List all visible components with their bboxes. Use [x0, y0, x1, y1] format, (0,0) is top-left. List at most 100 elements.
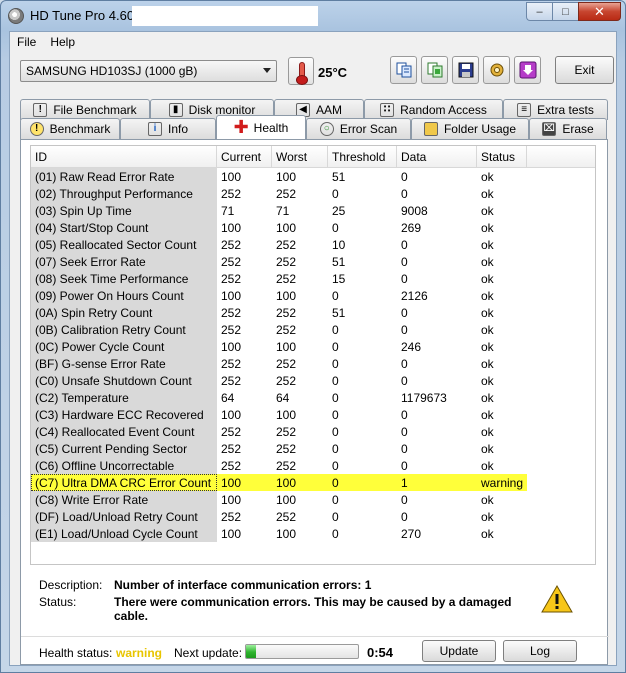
drive-select[interactable]: SAMSUNG HD103SJ (1000 gB) — [20, 60, 277, 82]
column-header-current[interactable]: Current — [217, 146, 272, 167]
table-row[interactable]: (C8) Write Error Rate 100 100 0 0 ok — [31, 491, 595, 508]
cell-current: 71 — [221, 204, 235, 218]
cell-threshold: 0 — [332, 425, 339, 439]
status-label: Status: — [39, 595, 77, 609]
table-row[interactable]: (C7) Ultra DMA CRC Error Count 100 100 0 1 wa… — [31, 474, 595, 491]
chevron-down-icon — [263, 68, 271, 73]
minimize-button[interactable]: – — [526, 2, 552, 21]
table-row[interactable]: (04) Start/Stop Count 100 100 0 269 ok — [31, 219, 595, 236]
cell-worst: 252 — [276, 374, 297, 388]
table-row[interactable]: (0B) Calibration Retry Count 252 252 0 0 ok — [31, 321, 595, 338]
table-row[interactable]: (C6) Offline Uncorrectable 252 252 0 0 ok — [31, 457, 595, 474]
cell-worst: 100 — [272, 474, 328, 491]
hd-tune-app-icon[interactable] — [8, 8, 24, 24]
cell-status: ok — [481, 357, 494, 371]
table-row[interactable]: (03) Spin Up Time 71 71 25 9008 ok — [31, 202, 595, 219]
cell-id: (E1) Load/Unload Cycle Count — [31, 525, 217, 542]
tab-error-scan[interactable]: ○ Error Scan — [306, 118, 411, 139]
table-row[interactable]: (BF) G-sense Error Rate 252 252 0 0 ok — [31, 355, 595, 372]
table-row[interactable]: (09) Power On Hours Count 100 100 0 2126 ok — [31, 287, 595, 304]
menu-file[interactable]: File — [10, 32, 43, 52]
table-row[interactable]: (0C) Power Cycle Count 100 100 0 246 ok — [31, 338, 595, 355]
table-row[interactable]: (05) Reallocated Sector Count 252 252 10 0 ok — [31, 236, 595, 253]
tab-random-access[interactable]: ∷ Random Access — [364, 99, 503, 120]
copy-screenshot-button[interactable] — [421, 56, 448, 84]
update-progress-fill — [246, 645, 257, 658]
tab-extra-tests[interactable]: ≡ Extra tests — [503, 99, 608, 120]
cell-threshold: 0 — [332, 391, 339, 405]
tab-label: Random Access — [400, 103, 487, 117]
cell-data: 2126 — [401, 289, 428, 303]
cell-data: 0 — [401, 255, 408, 269]
cell-status: ok — [481, 340, 494, 354]
cell-status: ok — [481, 510, 494, 524]
column-header-id[interactable]: ID — [31, 146, 217, 167]
status-bar: Health status: warning Next update: 0:54… — [21, 636, 609, 664]
tab-erase[interactable]: ⌧ Erase — [529, 118, 607, 139]
folder-icon — [423, 122, 438, 136]
column-header-threshold[interactable]: Threshold — [328, 146, 397, 167]
options-button[interactable] — [483, 56, 510, 84]
tab-benchmark[interactable]: ! Benchmark — [20, 118, 120, 139]
table-row[interactable]: (C0) Unsafe Shutdown Count 252 252 0 0 ok — [31, 372, 595, 389]
cell-status: ok — [481, 425, 494, 439]
table-row[interactable]: (DF) Load/Unload Retry Count 252 252 0 0 ok — [31, 508, 595, 525]
cell-id: (04) Start/Stop Count — [31, 219, 217, 236]
cell-threshold: 0 — [332, 510, 339, 524]
cell-data: 0 — [401, 510, 408, 524]
table-row[interactable]: (C3) Hardware ECC Recovered 100 100 0 0 ok — [31, 406, 595, 423]
disk-monitor-icon: ▮ — [168, 103, 183, 117]
cell-threshold: 0 — [332, 374, 339, 388]
menu-help[interactable]: Help — [43, 32, 82, 52]
maximize-button[interactable]: □ — [552, 2, 578, 21]
cell-worst: 64 — [276, 391, 290, 405]
download-button[interactable] — [514, 56, 541, 84]
cell-worst: 252 — [276, 442, 297, 456]
table-row[interactable]: (C4) Reallocated Event Count 252 252 0 0 ok — [31, 423, 595, 440]
table-row[interactable]: (08) Seek Time Performance 252 252 15 0 ok — [31, 270, 595, 287]
cell-data: 0 — [401, 459, 408, 473]
table-row[interactable]: (0A) Spin Retry Count 252 252 51 0 ok — [31, 304, 595, 321]
column-header-status[interactable]: Status — [477, 146, 527, 167]
update-button[interactable]: Update — [422, 640, 496, 662]
cell-worst: 100 — [276, 340, 297, 354]
save-button[interactable] — [452, 56, 479, 84]
table-row[interactable]: (E1) Load/Unload Cycle Count 100 100 0 270 ok — [31, 525, 595, 542]
cell-id: (C3) Hardware ECC Recovered — [31, 406, 217, 423]
table-row[interactable]: (02) Throughput Performance 252 252 0 0 ok — [31, 185, 595, 202]
cell-status: ok — [481, 289, 494, 303]
thermometer-icon — [288, 57, 314, 85]
save-icon — [458, 62, 473, 78]
tab-health[interactable]: ✚ Health — [216, 115, 306, 139]
tab-info[interactable]: i Info — [120, 118, 216, 139]
column-header-data[interactable]: Data — [397, 146, 477, 167]
cell-status: ok — [481, 408, 494, 422]
close-button[interactable]: ✕ — [578, 2, 621, 21]
table-header: ID Current Worst Threshold Data Status — [31, 146, 595, 168]
cell-id: (01) Raw Read Error Rate — [31, 168, 217, 185]
smart-table[interactable]: ID Current Worst Threshold Data Status (… — [30, 145, 596, 565]
log-button[interactable]: Log — [503, 640, 577, 662]
tab-folder-usage[interactable]: Folder Usage — [411, 118, 529, 139]
tab-label: Error Scan — [339, 122, 398, 136]
cell-data: 0 — [401, 323, 408, 337]
table-row[interactable]: (C2) Temperature 64 64 0 1179673 ok — [31, 389, 595, 406]
cell-current: 252 — [221, 442, 242, 456]
table-row[interactable]: (01) Raw Read Error Rate 100 100 51 0 ok — [31, 168, 595, 185]
cell-status: ok — [481, 442, 494, 456]
table-row[interactable]: (C5) Current Pending Sector 252 252 0 0 ok — [31, 440, 595, 457]
cell-worst: 252 — [276, 510, 297, 524]
file-benchmark-icon: ! — [33, 103, 48, 117]
cell-id: (0B) Calibration Retry Count — [31, 321, 217, 338]
countdown-value: 0:54 — [367, 645, 394, 660]
column-header-worst[interactable]: Worst — [272, 146, 328, 167]
title-bar[interactable]: HD Tune Pro 4.60 - – □ ✕ — [1, 1, 625, 31]
cell-status: ok — [481, 204, 494, 218]
cell-threshold: 0 — [332, 459, 339, 473]
tab-file-benchmark[interactable]: ! File Benchmark — [20, 99, 150, 120]
copy-text-button[interactable] — [390, 56, 417, 84]
table-row[interactable]: (07) Seek Error Rate 252 252 51 0 ok — [31, 253, 595, 270]
cell-worst: 252 — [276, 272, 297, 286]
tab-label: AAM — [315, 103, 342, 117]
exit-button[interactable]: Exit — [555, 56, 614, 84]
